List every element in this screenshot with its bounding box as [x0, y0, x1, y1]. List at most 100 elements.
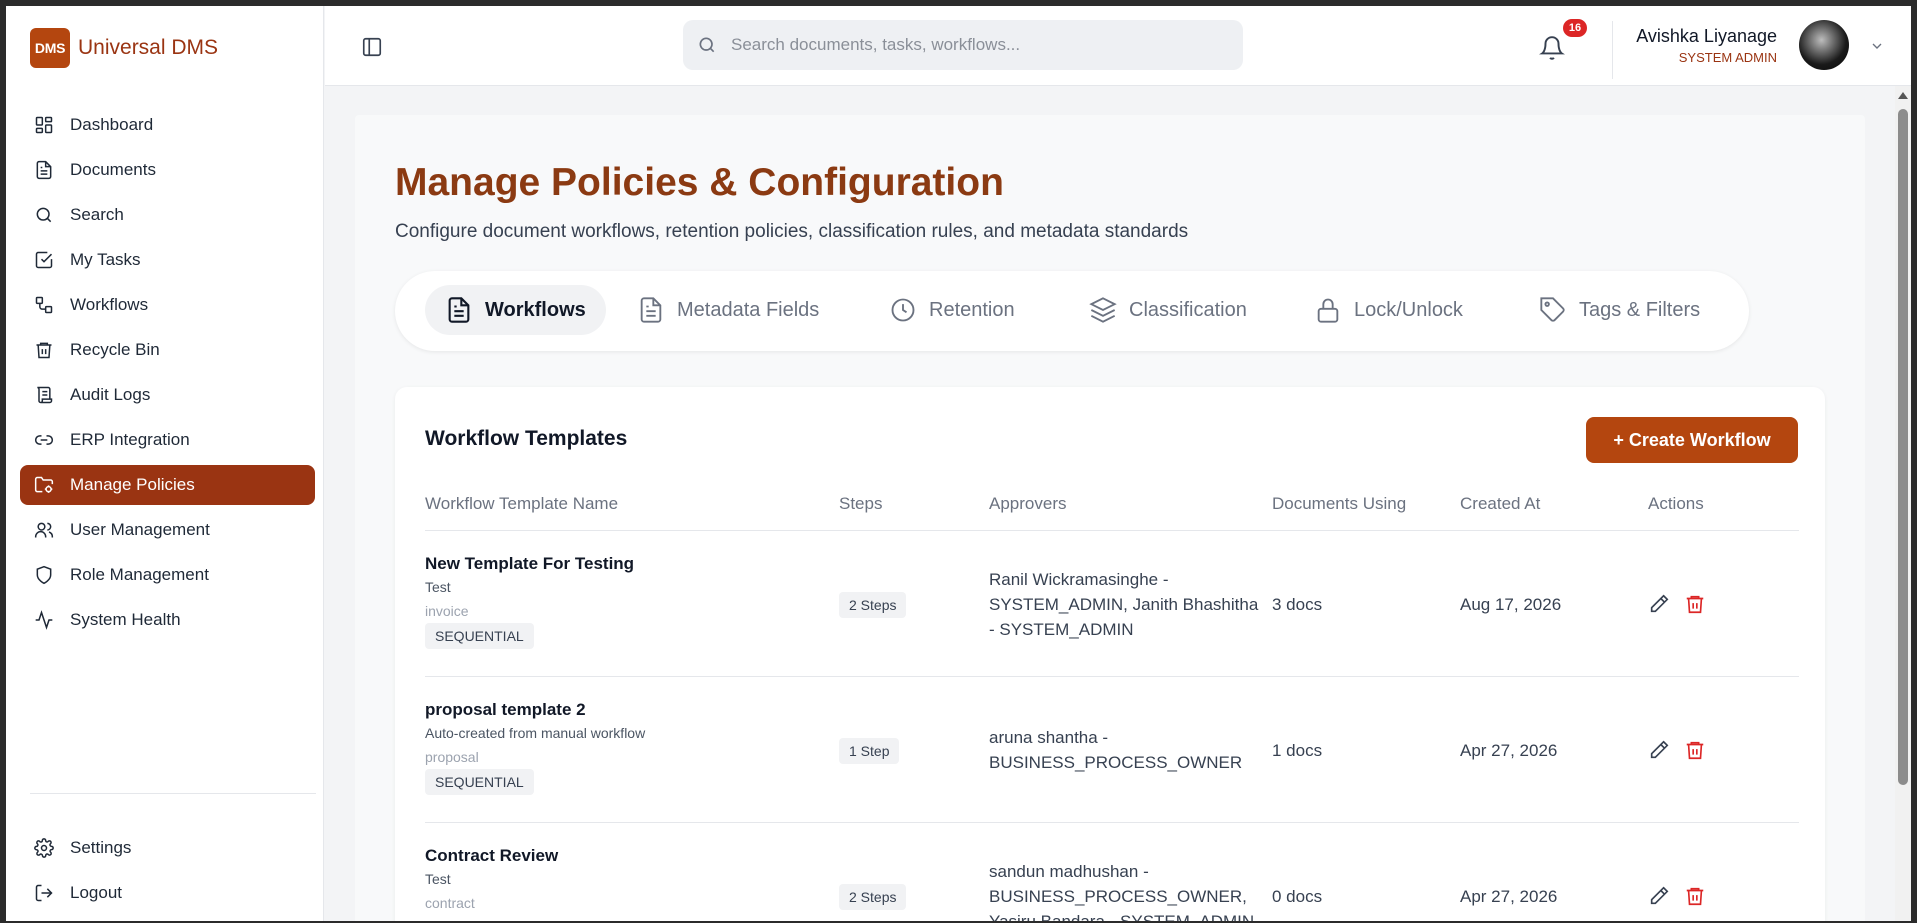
approvers: Ranil Wickramasinghe - SYSTEM_ADMIN, Jan… [989, 570, 1259, 639]
tag-icon [1540, 297, 1565, 322]
scroll-icon [37, 386, 53, 404]
card-title: Workflow Templates [425, 427, 628, 450]
approvers: sandun madhushan - BUSINESS_PROCESS_OWNE… [989, 862, 1254, 921]
scroll-up-arrow[interactable] [1898, 92, 1908, 99]
sidebar-item-role-management[interactable]: Role Management [20, 555, 315, 595]
template-description: Auto-created from manual workflow [425, 725, 646, 741]
created-at: Apr 27, 2026 [1460, 741, 1558, 760]
workflow-templates-card: Workflow Templates + Create Workflow Wor… [395, 387, 1825, 921]
column-header-created: Created At [1460, 494, 1541, 513]
sidebar-item-label: Manage Policies [70, 475, 195, 494]
template-description: Test [425, 871, 451, 887]
sidebar-item-erp-integration[interactable]: ERP Integration [20, 420, 315, 460]
search-icon [699, 37, 715, 53]
delete-icon[interactable] [1684, 739, 1706, 761]
logout-icon [35, 884, 53, 902]
sidebar-bottom-nav: Settings Logout [20, 828, 315, 918]
created-at: Aug 17, 2026 [1460, 595, 1562, 614]
avatar[interactable] [1799, 20, 1849, 70]
global-search[interactable] [683, 20, 1243, 70]
user-name[interactable]: Avishka Liyanage [1636, 26, 1777, 47]
trash-icon [36, 342, 52, 359]
brand[interactable]: DMS Universal DMS [6, 6, 323, 90]
steps-badge: 2 Steps [839, 592, 907, 618]
user-role: SYSTEM ADMIN [1678, 50, 1777, 65]
sidebar-item-logout[interactable]: Logout [20, 873, 315, 913]
created-at: Apr 27, 2026 [1460, 887, 1558, 906]
documents-using: 0 docs [1272, 887, 1323, 906]
sidebar-item-label: My Tasks [70, 250, 141, 269]
sidebar-toggle-icon[interactable] [361, 36, 383, 58]
sidebar-item-label: Documents [70, 160, 156, 179]
tab-workflows[interactable]: Workflows [425, 285, 606, 335]
delete-icon[interactable] [1684, 593, 1706, 615]
tab-retention[interactable]: Retention [869, 285, 1035, 335]
scrollbar-thumb[interactable] [1898, 109, 1908, 785]
column-header-name: Workflow Template Name [425, 494, 619, 513]
sidebar-item-label: Role Management [70, 565, 209, 584]
sidebar-item-label: Dashboard [70, 115, 154, 134]
tab-label: Lock/Unlock [1354, 298, 1463, 321]
search-input[interactable] [731, 35, 1211, 55]
sidebar-divider [30, 793, 316, 794]
sidebar-item-workflows[interactable]: Workflows [20, 285, 315, 325]
template-doc-type: contract [425, 895, 475, 911]
sidebar: DMS Universal DMS Dashboard Documents Se… [6, 6, 324, 921]
delete-icon[interactable] [1684, 885, 1706, 907]
documents-using: 3 docs [1272, 595, 1323, 614]
column-header-actions: Actions [1648, 494, 1704, 513]
tab-classification[interactable]: Classification [1069, 285, 1267, 335]
sidebar-item-search[interactable]: Search [20, 195, 315, 235]
sidebar-item-system-health[interactable]: System Health [20, 600, 315, 640]
create-workflow-button[interactable]: + Create Workflow [1586, 417, 1798, 463]
mode-badge: SEQUENTIAL [425, 769, 534, 795]
file-text-icon [640, 297, 662, 323]
page-subtitle: Configure document workflows, retention … [395, 221, 1189, 242]
tab-metadata-fields[interactable]: Metadata Fields [617, 285, 839, 335]
sidebar-nav: Dashboard Documents Search My Tasks Work… [20, 105, 315, 645]
sidebar-item-dashboard[interactable]: Dashboard [20, 105, 315, 145]
edit-icon[interactable] [1648, 885, 1670, 907]
edit-icon[interactable] [1648, 739, 1670, 761]
clock-icon [891, 298, 915, 322]
sidebar-item-recycle-bin[interactable]: Recycle Bin [20, 330, 315, 370]
steps-badge: 1 Step [839, 738, 900, 764]
bell-icon[interactable] [1539, 34, 1565, 62]
header-separator [1612, 21, 1613, 79]
sidebar-item-manage-policies[interactable]: Manage Policies [20, 465, 315, 505]
document-icon [448, 297, 470, 323]
link-icon [34, 435, 54, 445]
chevron-down-icon[interactable] [1869, 38, 1885, 54]
sidebar-item-label: User Management [70, 520, 210, 539]
shield-icon [36, 565, 52, 585]
edit-icon[interactable] [1648, 593, 1670, 615]
main-panel: Manage Policies & Configuration Configur… [355, 115, 1865, 921]
tab-lock-unlock[interactable]: Lock/Unlock [1294, 285, 1483, 335]
app-logo: DMS [30, 28, 70, 68]
sidebar-item-label: Audit Logs [70, 385, 151, 404]
sidebar-item-documents[interactable]: Documents [20, 150, 315, 190]
sidebar-item-my-tasks[interactable]: My Tasks [20, 240, 315, 280]
sidebar-item-audit-logs[interactable]: Audit Logs [20, 375, 315, 415]
row-divider [425, 676, 1799, 677]
notification-badge: 16 [1563, 19, 1587, 37]
gear-icon [34, 838, 54, 858]
policy-tabs: Workflows Metadata Fields Retention Clas… [395, 271, 1749, 351]
template-name: proposal template 2 [425, 700, 586, 719]
tab-tags-filters[interactable]: Tags & Filters [1519, 285, 1720, 335]
steps-badge: 2 Steps [839, 884, 907, 910]
lock-icon [1317, 298, 1339, 323]
workflow-icon [35, 296, 53, 314]
column-header-approvers: Approvers [989, 494, 1067, 513]
folder-settings-icon [34, 476, 54, 493]
template-name: Contract Review [425, 846, 559, 865]
sidebar-item-user-management[interactable]: User Management [20, 510, 315, 550]
sidebar-item-label: Workflows [70, 295, 149, 314]
template-doc-type: invoice [425, 603, 469, 619]
sidebar-item-label: Logout [70, 883, 122, 902]
users-icon [34, 522, 54, 538]
document-icon [36, 160, 52, 180]
sidebar-item-settings[interactable]: Settings [20, 828, 315, 868]
tab-label: Classification [1129, 298, 1247, 321]
template-name: New Template For Testing [425, 554, 635, 573]
